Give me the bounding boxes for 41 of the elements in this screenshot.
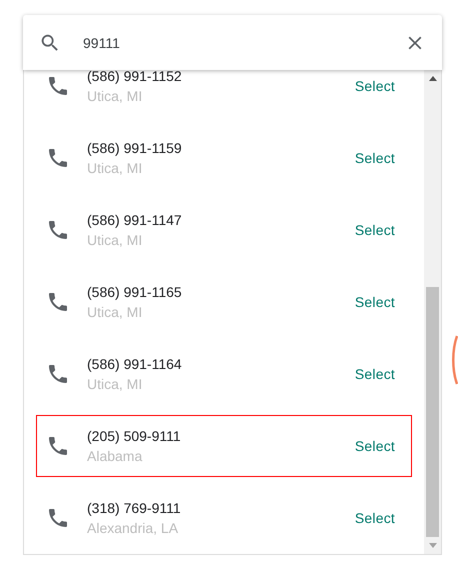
result-row[interactable]: (586) 991-1147 Utica, MI Select — [36, 199, 412, 261]
select-button[interactable]: Select — [354, 222, 395, 238]
result-row[interactable]: (586) 991-1159 Utica, MI Select — [36, 127, 412, 189]
phone-number: (318) 769-9111 — [87, 500, 182, 516]
phone-number: (586) 991-1164 — [87, 356, 183, 372]
location: Utica, MI — [87, 88, 144, 104]
location: Alexandria, LA — [87, 520, 180, 536]
select-button[interactable]: Select — [354, 510, 395, 526]
phone-number: (586) 991-1152 — [87, 70, 183, 84]
location: Utica, MI — [87, 160, 144, 176]
result-row[interactable]: (318) 769-9111 Alexandria, LA Select — [36, 487, 412, 549]
phone-number: (586) 991-1147 — [87, 212, 183, 228]
select-button[interactable]: Select — [354, 438, 395, 454]
arc-shape — [452, 335, 458, 385]
scrollbar[interactable] — [424, 70, 441, 554]
location: Utica, MI — [87, 304, 144, 320]
phone-number: (205) 509-9111 — [87, 428, 182, 444]
phone-icon — [46, 74, 70, 98]
scroll-up-icon[interactable] — [428, 76, 436, 81]
location: Utica, MI — [87, 232, 144, 248]
phone-icon — [46, 290, 70, 314]
location: Alabama — [87, 448, 144, 464]
select-button[interactable]: Select — [354, 294, 395, 310]
phone-number: (586) 991-1165 — [87, 284, 183, 300]
scroll-down-icon[interactable] — [428, 543, 436, 548]
phone-icon — [46, 146, 70, 170]
search-field[interactable]: 99111 — [83, 34, 404, 50]
result-row[interactable]: (205) 509-9111 Alabama Select — [36, 415, 412, 477]
phone-icon — [46, 434, 70, 458]
phone-icon — [46, 218, 70, 242]
phone-icon — [46, 362, 70, 386]
select-button[interactable]: Select — [354, 78, 395, 94]
scroll-thumb[interactable] — [426, 287, 439, 537]
location: Utica, MI — [87, 376, 144, 392]
phone-icon — [46, 506, 70, 530]
result-row[interactable]: (586) 991-1164 Utica, MI Select — [36, 343, 412, 405]
select-button[interactable]: Select — [354, 366, 395, 382]
select-button[interactable]: Select — [354, 150, 395, 166]
result-row[interactable]: (586) 991-1152 Utica, MI Select — [36, 70, 412, 117]
result-row[interactable]: (586) 991-1165 Utica, MI Select — [36, 271, 412, 333]
phone-number: (586) 991-1159 — [87, 140, 183, 156]
